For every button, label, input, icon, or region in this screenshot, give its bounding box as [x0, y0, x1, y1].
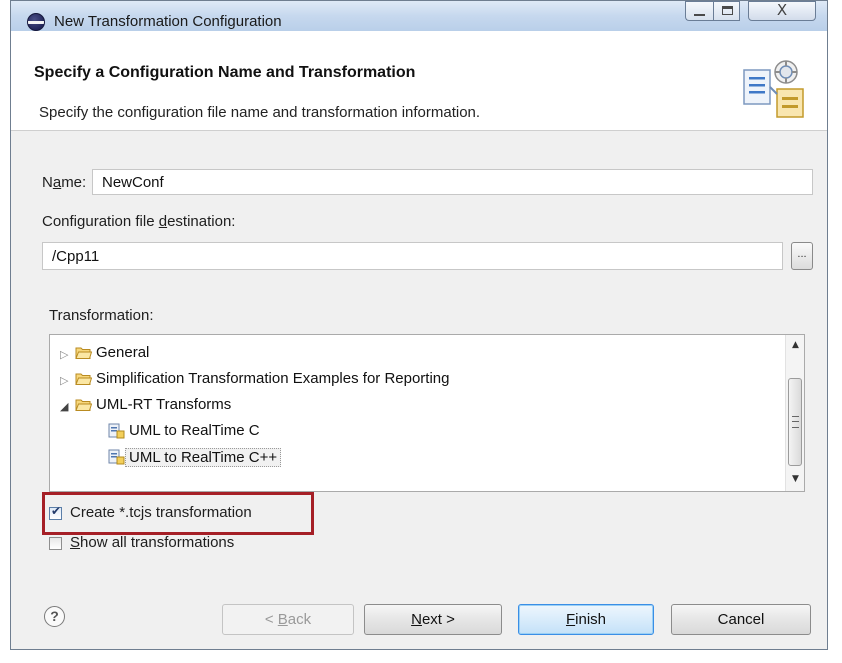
scrollbar-thumb[interactable] [788, 378, 802, 466]
destination-label: Configuration file destination: [42, 213, 236, 230]
name-input[interactable]: NewConf [92, 169, 813, 195]
collapse-arrow-icon[interactable]: ◢ [60, 400, 68, 413]
close-icon: X [776, 1, 788, 19]
folder-open-icon [75, 399, 92, 411]
wizard-window: New Transformation Configuration X Speci… [10, 0, 828, 650]
minimize-icon [694, 14, 705, 16]
tree-item-simplification[interactable]: ▷ Simplification Transformation Examples… [50, 369, 750, 393]
minimize-button[interactable] [685, 1, 713, 21]
tree-item-general[interactable]: ▷ General [50, 343, 750, 367]
checkbox-icon[interactable] [49, 537, 62, 550]
cancel-button[interactable]: Cancel [671, 604, 811, 635]
wizard-header: Specify a Configuration Name and Transfo… [11, 31, 827, 131]
name-label: Name: [42, 174, 87, 191]
finish-button[interactable]: Finish [518, 604, 654, 635]
scroll-down-icon[interactable]: ▼ [786, 474, 804, 484]
maximize-icon [722, 6, 733, 15]
folder-icon [75, 347, 92, 359]
tree-item-uml-rt-transforms[interactable]: ◢ UML-RT Transforms [50, 395, 750, 419]
expand-arrow-icon[interactable]: ▷ [60, 374, 68, 387]
back-button[interactable]: < Back [222, 604, 354, 635]
tree-item-uml-to-realtime-cpp[interactable]: UML to RealTime C++ [50, 447, 750, 471]
tree-item-uml-to-realtime-c[interactable]: UML to RealTime C [50, 421, 750, 445]
annotation-highlight-box [42, 492, 314, 535]
title-bar[interactable]: New Transformation Configuration X [11, 1, 827, 31]
transformation-label: Transformation: [49, 307, 154, 324]
header-title: Specify a Configuration Name and Transfo… [34, 64, 416, 81]
close-button[interactable]: X [748, 1, 816, 21]
expand-arrow-icon[interactable]: ▷ [60, 348, 68, 361]
transformation-icon [108, 449, 125, 465]
show-all-label: Show all transformations [70, 534, 235, 551]
tree-scrollbar[interactable]: ▲ ▼ [785, 335, 804, 491]
maximize-button[interactable] [713, 1, 740, 21]
destination-input[interactable]: /Cpp11 [42, 242, 783, 270]
transformation-wizard-icon [743, 60, 804, 118]
help-icon[interactable]: ? [44, 606, 65, 627]
folder-icon [75, 373, 92, 385]
browse-button[interactable]: ... [791, 242, 813, 270]
transformation-tree[interactable]: ▷ General ▷ Simplification Transformatio… [49, 334, 805, 492]
scroll-up-icon[interactable]: ▲ [786, 340, 804, 350]
eclipse-icon [27, 13, 45, 31]
window-title: New Transformation Configuration [54, 13, 282, 30]
transformation-icon [108, 423, 125, 439]
next-button[interactable]: Next > [364, 604, 502, 635]
header-description: Specify the configuration file name and … [39, 104, 481, 121]
